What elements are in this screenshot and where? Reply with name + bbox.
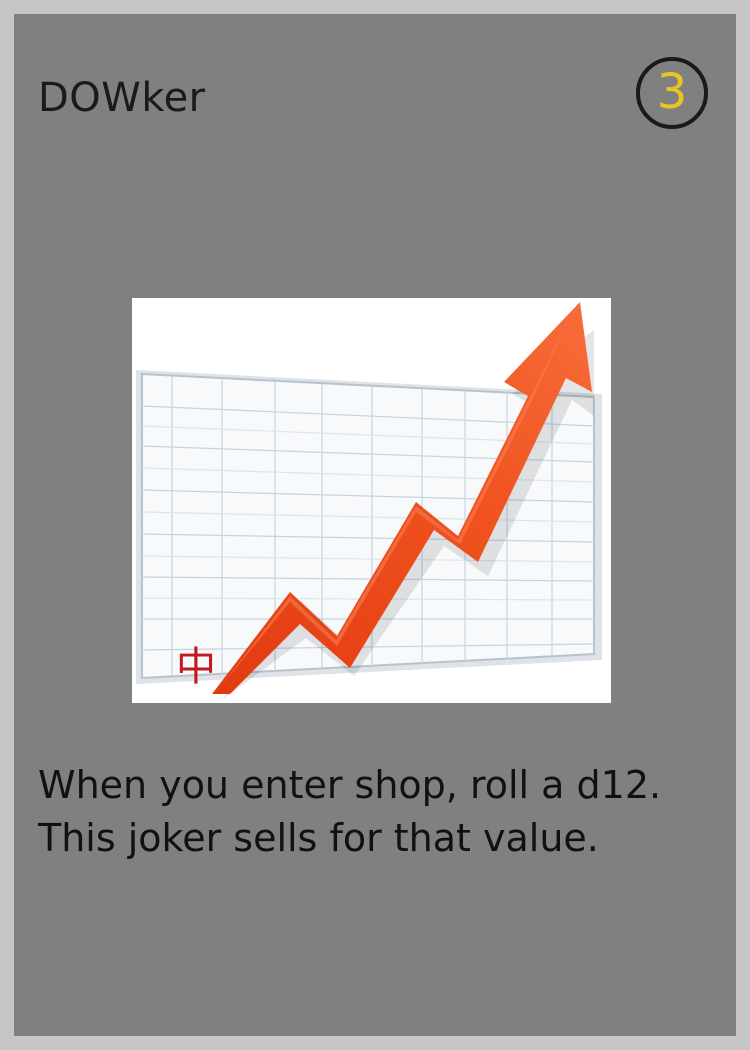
rising-chart-illustration: 中 (136, 302, 602, 700)
card-rules-text: When you enter shop, roll a d12. This jo… (38, 759, 728, 865)
rules-line-1: When you enter shop, roll a d12. (38, 763, 662, 807)
cost-badge: 3 (636, 57, 708, 129)
card-art: 中 (132, 298, 611, 703)
mahjong-glyph-icon: 中 (176, 644, 216, 690)
joker-card[interactable]: DOWker 3 中 When you enter shop, roll a d… (14, 14, 736, 1036)
card-title: DOWker (38, 75, 206, 121)
cost-value: 3 (656, 64, 688, 120)
rules-line-2: This joker sells for that value. (38, 816, 599, 860)
